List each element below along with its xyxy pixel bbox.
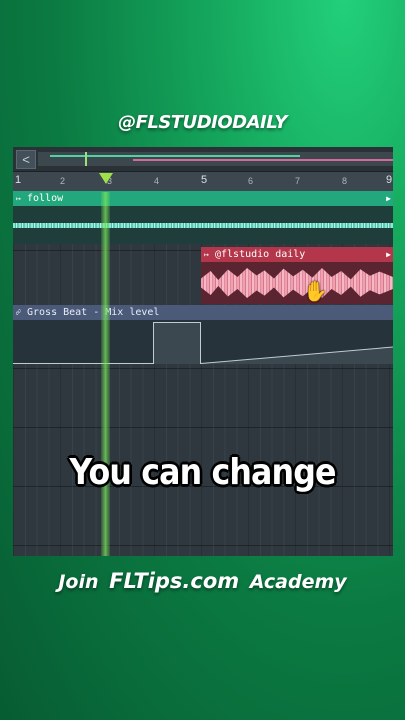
scroll-position-marker[interactable] xyxy=(85,152,87,166)
clip-menu-icon[interactable]: ↦ xyxy=(16,191,21,206)
ruler-bar-1: 1 xyxy=(15,174,22,186)
clip-flstudio-daily-label: @flstudio daily xyxy=(215,249,306,260)
clip-flstudio-daily-waveform[interactable] xyxy=(201,262,393,304)
chevron-left-icon[interactable]: < xyxy=(16,150,36,169)
ruler-bar-8: 8 xyxy=(342,176,348,186)
playhead-line[interactable] xyxy=(101,192,110,556)
scroll-overview-audio xyxy=(50,155,300,157)
clip-end-arrow-icon: ▶ xyxy=(386,250,391,259)
ruler-bar-6: 6 xyxy=(248,176,254,186)
scroll-track[interactable] xyxy=(38,152,393,166)
automation-clip-body[interactable] xyxy=(13,320,393,364)
ruler-bar-2: 2 xyxy=(60,176,66,186)
automation-curve-segment xyxy=(13,363,153,364)
footer-suffix: Academy xyxy=(249,571,347,593)
ruler-bar-7: 7 xyxy=(295,176,301,186)
horizontal-scrollbar[interactable]: < xyxy=(13,147,393,172)
clip-follow-label: follow xyxy=(27,193,64,204)
ruler-bar-5: 5 xyxy=(201,174,208,186)
timeline-ruler[interactable]: 1 2 3 4 5 6 7 8 9 xyxy=(13,172,393,192)
clip-end-arrow-icon: ▶ xyxy=(386,194,391,203)
automation-curve-step xyxy=(153,322,201,364)
footer-brand: FLTips.com xyxy=(109,569,240,593)
clip-menu-icon[interactable]: ↦ xyxy=(204,247,209,262)
clip-follow-header[interactable]: ↦ follow ▶ xyxy=(13,191,393,206)
playlist-panel: < 1 2 3 4 5 6 7 8 9 ↦ follow ▶ ↦ @flstud… xyxy=(13,147,393,556)
automation-icon[interactable]: ☍ xyxy=(16,305,21,320)
waveform xyxy=(13,223,393,228)
ruler-bar-9: 9 xyxy=(386,174,393,186)
scroll-overview-clip xyxy=(133,159,393,161)
clip-flstudio-daily-header[interactable]: ↦ @flstudio daily ▶ xyxy=(201,247,393,262)
automation-clip-header[interactable]: ☍ Gross Beat - Mix level xyxy=(13,305,393,320)
hand-cursor-icon: ✋ xyxy=(303,281,328,303)
automation-curve-ramp xyxy=(201,346,393,364)
automation-clip-label: Gross Beat - Mix level xyxy=(27,307,160,318)
channel-handle: @FLSTUDIODAILY xyxy=(118,112,287,133)
footer-prefix: Join xyxy=(58,571,99,593)
waveform xyxy=(201,268,393,298)
caption-text: You can change xyxy=(69,452,336,493)
playhead-marker-icon[interactable] xyxy=(99,173,113,184)
clip-follow-waveform[interactable] xyxy=(13,206,393,244)
ruler-bar-4: 4 xyxy=(154,176,160,186)
footer-cta: Join FLTips.com Academy xyxy=(0,569,405,593)
